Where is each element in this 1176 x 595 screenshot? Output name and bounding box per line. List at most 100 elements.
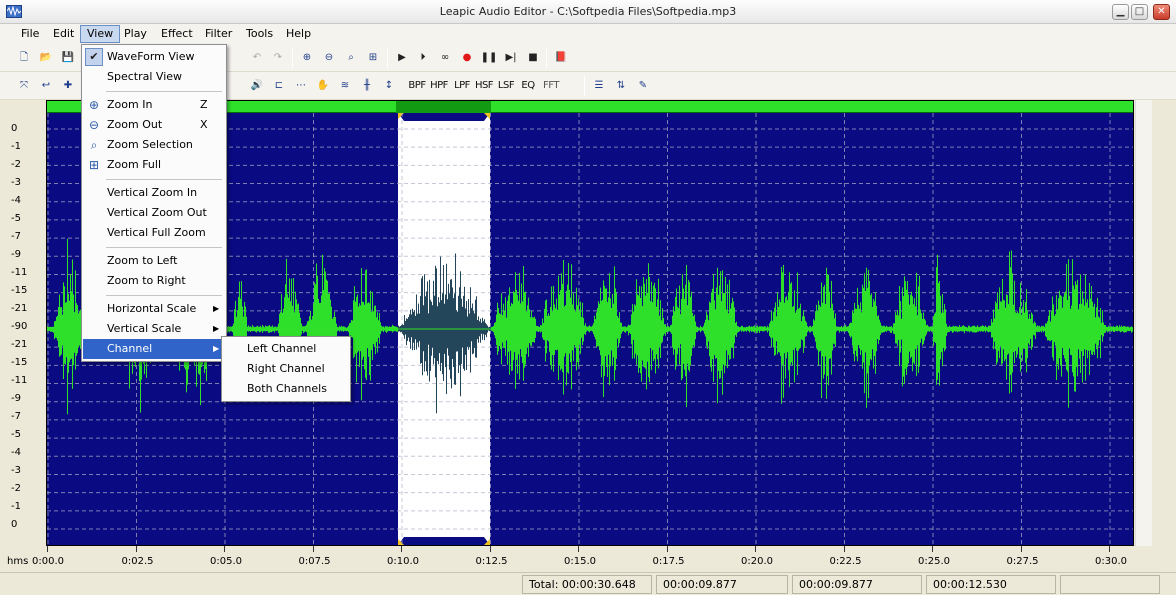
vertical-scrollbar[interactable] [1135,100,1152,546]
menu-both-channels[interactable]: Both Channels [223,379,349,399]
hpf-button[interactable]: HPF [428,77,450,95]
toolbar-separator [546,48,547,68]
time-label: 0:02.5 [121,556,154,567]
amplify-icon[interactable]: 🔊 [248,77,266,95]
time-tick [755,546,756,552]
time-tick [135,546,137,552]
db-scale-label: -5 [11,429,21,440]
zoom-full-icon[interactable]: ⊞ [364,49,382,67]
hsf-button[interactable]: HSF [473,77,495,95]
menu-zoom-in[interactable]: ⊕ Zoom In Z [83,95,225,115]
fft-button[interactable]: FFT [540,77,562,95]
db-scale-label: 0 [11,519,18,530]
toolbar-separator [387,48,388,68]
loop-icon[interactable]: ∞ [436,49,454,67]
db-scale-label: -15 [11,357,28,368]
db-scale-label: -90 [11,321,28,332]
help-book-icon[interactable]: 📕 [552,49,570,67]
status-end: 00:00:09.877 [792,575,922,594]
delay-icon[interactable]: ╫ [358,77,376,95]
menu-waveform-view[interactable]: ✔ WaveForm View [83,47,225,67]
pitch-icon[interactable]: ↕ [380,77,398,95]
menu-effect[interactable]: Effect [155,25,199,43]
menu-zoom-to-left[interactable]: Zoom to Left [83,251,225,271]
menu-vertical-zoom-out[interactable]: Vertical Zoom Out [83,203,225,223]
db-scale-label: -9 [11,393,21,404]
submenu-arrow-icon: ▶ [213,324,220,333]
cursor-cross-icon[interactable]: ✚ [59,77,77,95]
time-label: 0:30.0 [1095,556,1127,567]
db-scale-label: -11 [11,375,28,386]
menu-zoom-selection[interactable]: ⌕ Zoom Selection [83,135,225,155]
menu-file[interactable]: File [15,25,45,43]
redo-icon[interactable]: ↷ [269,49,287,67]
time-label: 0:17.5 [652,556,685,567]
db-scale-label: -1 [11,141,21,152]
properties-icon[interactable]: ☰ [590,77,608,95]
stop-icon[interactable]: ■ [524,49,542,67]
menu-edit[interactable]: Edit [47,25,80,43]
db-scale-label: 0 [11,123,18,134]
menu-help[interactable]: Help [280,25,317,43]
zoom-selection-icon: ⌕ [90,138,98,152]
pause-icon[interactable]: ❚❚ [480,49,498,67]
menu-filter[interactable]: Filter [199,25,238,43]
title-bar: Leapic Audio Editor - C:\Softpedia Files… [0,0,1176,24]
select-all-icon[interactable]: ⤧ [15,77,33,95]
chorus-icon[interactable]: ≋ [336,77,354,95]
undo-icon[interactable]: ↶ [248,49,266,67]
minimize-button[interactable]: ▁ [1112,4,1129,20]
zoom-out-icon: ⊖ [88,118,100,132]
lpf-button[interactable]: LPF [451,77,473,95]
db-scale-label: -2 [11,159,21,170]
menu-vertical-zoom-in[interactable]: Vertical Zoom In [83,183,225,203]
zoom-out-icon[interactable]: ⊖ [320,49,338,67]
menu-view[interactable]: View [80,25,121,43]
save-icon[interactable]: 💾 [59,49,77,67]
echo-icon[interactable]: ✋ [314,77,332,95]
menu-zoom-out[interactable]: ⊖ Zoom Out X [83,115,225,135]
menu-right-channel[interactable]: Right Channel [223,359,349,379]
menu-zoom-to-right[interactable]: Zoom to Right [83,271,225,291]
step-icon[interactable]: ▶| [502,49,520,67]
time-label: 0:00.0 [32,556,64,567]
time-tick [1109,546,1110,552]
db-scale-label: -5 [11,213,21,224]
play-icon[interactable]: ▶ [393,49,411,67]
record-icon[interactable]: ● [458,49,476,67]
time-label: 0:27.5 [1006,556,1039,567]
time-tick [312,546,314,552]
normalize-icon[interactable]: ⊏ [270,77,288,95]
undo-arrow-icon[interactable]: ↩ [37,77,55,95]
maximize-button[interactable]: □ [1131,4,1148,20]
edit-icon[interactable]: ✎ [634,77,652,95]
db-scale-label: -4 [11,195,21,206]
menu-play[interactable]: Play [118,25,153,43]
menu-channel[interactable]: Channel ▶ [83,339,225,359]
submenu-arrow-icon: ▶ [213,344,220,353]
menu-horizontal-scale[interactable]: Horizontal Scale ▶ [83,299,225,319]
menu-separator [106,91,222,92]
play-selection-icon[interactable]: ⏵ [414,49,432,67]
bpf-button[interactable]: BPF [406,77,428,95]
menu-vertical-full-zoom[interactable]: Vertical Full Zoom [83,223,225,243]
status-start: 00:00:09.877 [656,575,788,594]
menu-separator [106,295,222,296]
new-file-icon[interactable]: 🗋 [15,49,33,67]
eq-button[interactable]: EQ [517,77,539,95]
lsf-button[interactable]: LSF [495,77,517,95]
menu-spectral-view[interactable]: Spectral View [83,67,225,87]
menu-zoom-full[interactable]: ⊞ Zoom Full [83,155,225,175]
menu-tools[interactable]: Tools [240,25,279,43]
menu-vertical-scale[interactable]: Vertical Scale ▶ [83,319,225,339]
convert-icon[interactable]: ⇅ [612,77,630,95]
open-folder-icon[interactable]: 📂 [37,49,55,67]
checkmark-icon: ✔ [85,48,103,66]
close-button[interactable]: ✕ [1153,4,1170,20]
menu-left-channel[interactable]: Left Channel [223,339,349,359]
time-unit-label: hms [7,556,29,567]
db-scale-label: -9 [11,249,21,260]
fade-icon[interactable]: ⋯ [292,77,310,95]
zoom-selection-icon[interactable]: ⌕ [342,49,360,67]
zoom-in-icon[interactable]: ⊕ [298,49,316,67]
